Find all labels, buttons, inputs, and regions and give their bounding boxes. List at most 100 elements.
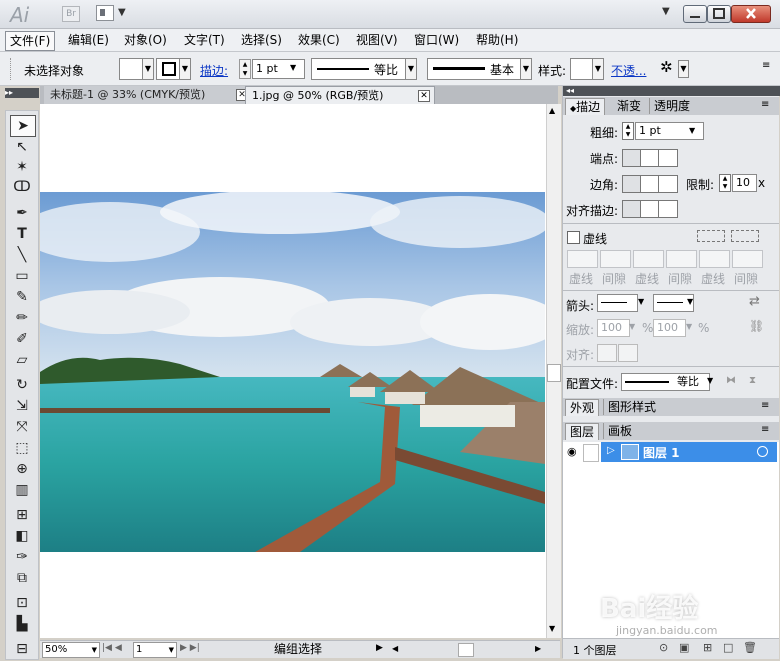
scroll-left-icon[interactable]: ◀: [392, 644, 398, 653]
page-field[interactable]: 1 ▼: [133, 642, 177, 658]
new-sublayer-icon[interactable]: ⊞: [703, 641, 712, 654]
tab-layers[interactable]: 图层: [565, 423, 600, 440]
swap-arrows-icon[interactable]: ⇄: [749, 294, 760, 309]
flip-vertical-icon[interactable]: ⧗: [749, 375, 756, 386]
zoom-field[interactable]: 50% ▼: [42, 642, 100, 658]
tab-photo[interactable]: 1.jpg @ 50% (RGB/预览) ✕: [245, 86, 435, 105]
lasso-tool-icon[interactable]: ↀ: [10, 177, 34, 197]
gap-field-1[interactable]: [600, 250, 631, 268]
round-cap-icon[interactable]: [640, 149, 660, 167]
artboard-tool-icon[interactable]: ⊟: [10, 639, 34, 659]
scale-tool-icon[interactable]: ⇲: [10, 396, 34, 416]
limit-input[interactable]: 10: [732, 174, 757, 192]
shape-builder-icon[interactable]: ⊕: [10, 459, 34, 479]
dash-preserve-icon[interactable]: [697, 230, 725, 242]
scroll-right-icon[interactable]: ▶: [535, 644, 541, 653]
miter-join-icon[interactable]: [622, 175, 642, 193]
symbol-sprayer-icon[interactable]: ⊡: [10, 593, 34, 613]
chevron-down-icon[interactable]: ▼: [687, 297, 693, 306]
profile-select[interactable]: 等比: [621, 373, 710, 391]
dash-field-3[interactable]: [699, 250, 730, 268]
magic-wand-icon[interactable]: ✶: [10, 157, 34, 177]
clipping-mask-icon[interactable]: ▣: [679, 641, 689, 654]
delete-layer-icon[interactable]: 🗑: [743, 641, 757, 654]
menu-select[interactable]: 选择(S): [237, 31, 286, 49]
panel-menu-icon[interactable]: ≡: [761, 400, 769, 411]
menu-object[interactable]: 对象(O): [120, 31, 171, 49]
placed-photo[interactable]: [40, 192, 545, 552]
bridge-button[interactable]: Br: [62, 6, 80, 22]
paintbrush-tool-icon[interactable]: ✎: [10, 287, 34, 307]
tab-appearance[interactable]: 外观: [565, 399, 600, 416]
scroll-down-icon[interactable]: ▼: [549, 624, 555, 633]
menu-file[interactable]: 文件(F): [5, 31, 56, 51]
menu-type[interactable]: 文字(T): [180, 31, 229, 49]
align-outside-icon[interactable]: [658, 200, 678, 218]
stroke-dropdown-icon[interactable]: ▼: [179, 58, 191, 80]
layer-name[interactable]: 图层 1: [643, 444, 680, 461]
limit-stepper[interactable]: ▲ ▼: [719, 174, 731, 192]
mesh-tool-icon[interactable]: ⊞: [10, 505, 34, 525]
gap-field-3[interactable]: [732, 250, 763, 268]
arrow-place-icon[interactable]: [618, 344, 638, 362]
tab-untitled[interactable]: 未标题-1 @ 33% (CMYK/预览) ✕: [44, 86, 253, 104]
chevron-down-icon[interactable]: ▼: [92, 643, 97, 657]
chevron-down-icon[interactable]: ▼: [118, 7, 126, 18]
lock-toggle[interactable]: [583, 444, 599, 462]
rectangle-tool-icon[interactable]: ▭: [10, 266, 34, 286]
minimize-button[interactable]: [683, 5, 707, 23]
stroke-panel-link[interactable]: 描边:: [200, 62, 228, 79]
layer-row[interactable]: ◉ ▷ 图层 1: [563, 442, 779, 462]
dock-header[interactable]: ◂◂: [563, 86, 780, 96]
new-layer-icon[interactable]: □: [723, 641, 733, 654]
toolbar-header[interactable]: ▸▸: [5, 88, 39, 98]
menu-edit[interactable]: 编辑(E): [64, 31, 113, 49]
graph-tool-icon[interactable]: ▥: [10, 480, 34, 500]
eyedropper-icon[interactable]: ✑: [10, 547, 34, 567]
recolor-artwork-icon[interactable]: ✲: [660, 58, 673, 76]
eye-icon[interactable]: ◉: [567, 445, 577, 458]
status-menu-icon[interactable]: ▶: [376, 643, 383, 653]
weight-dropdown-icon[interactable]: ▼: [689, 126, 695, 135]
arrange-documents-icon[interactable]: [96, 5, 114, 21]
profile-dropdown-icon[interactable]: ▼: [405, 58, 417, 80]
brush-dropdown-icon[interactable]: ▼: [520, 58, 532, 80]
projecting-cap-icon[interactable]: [658, 149, 678, 167]
butt-cap-icon[interactable]: [622, 149, 642, 167]
link-scale-icon[interactable]: ⛓: [749, 319, 764, 333]
chevron-down-icon[interactable]: ▼: [686, 322, 692, 331]
menu-help[interactable]: 帮助(H): [472, 31, 522, 49]
tab-stroke[interactable]: ◆描边: [565, 98, 606, 115]
bevel-join-icon[interactable]: [658, 175, 678, 193]
blob-brush-icon[interactable]: ✐: [10, 329, 34, 349]
gradient-tool-icon[interactable]: ◧: [10, 526, 34, 546]
control-menu-icon[interactable]: ▼: [678, 60, 689, 78]
column-graph-icon[interactable]: ▙: [10, 614, 34, 634]
dashed-checkbox[interactable]: [567, 231, 580, 244]
dash-field-2[interactable]: [633, 250, 664, 268]
scroll-up-icon[interactable]: ▲: [549, 106, 555, 115]
menu-view[interactable]: 视图(V): [352, 31, 402, 49]
chevron-down-icon[interactable]: ▼: [629, 322, 635, 331]
menu-effect[interactable]: 效果(C): [294, 31, 344, 49]
start-arrow-select[interactable]: [597, 294, 638, 312]
tab-artboards[interactable]: 画板: [603, 423, 636, 439]
tab-gradient[interactable]: 渐变: [613, 98, 645, 114]
type-tool-icon[interactable]: T: [10, 224, 34, 244]
stroke-weight-stepper[interactable]: ▲ ▼: [239, 59, 251, 79]
target-icon[interactable]: [757, 446, 768, 457]
close-button[interactable]: [731, 5, 771, 23]
arrow-extend-icon[interactable]: [597, 344, 617, 362]
eraser-tool-icon[interactable]: ▱: [10, 350, 34, 370]
gap-field-2[interactable]: [666, 250, 697, 268]
round-join-icon[interactable]: [640, 175, 660, 193]
chevron-down-icon[interactable]: ▼: [707, 376, 713, 385]
tab-graphic-styles[interactable]: 图形样式: [603, 399, 660, 415]
direct-selection-tool-icon[interactable]: ↖: [10, 137, 34, 157]
blend-tool-icon[interactable]: ⧉: [10, 568, 34, 588]
width-tool-icon[interactable]: ⤧: [10, 417, 34, 437]
last-page-icon[interactable]: ▶ ▶|: [180, 643, 200, 653]
horizontal-scroll-thumb[interactable]: [458, 643, 474, 657]
variable-width-profile[interactable]: 等比: [311, 58, 406, 80]
panel-menu-icon[interactable]: ≡: [761, 99, 769, 110]
